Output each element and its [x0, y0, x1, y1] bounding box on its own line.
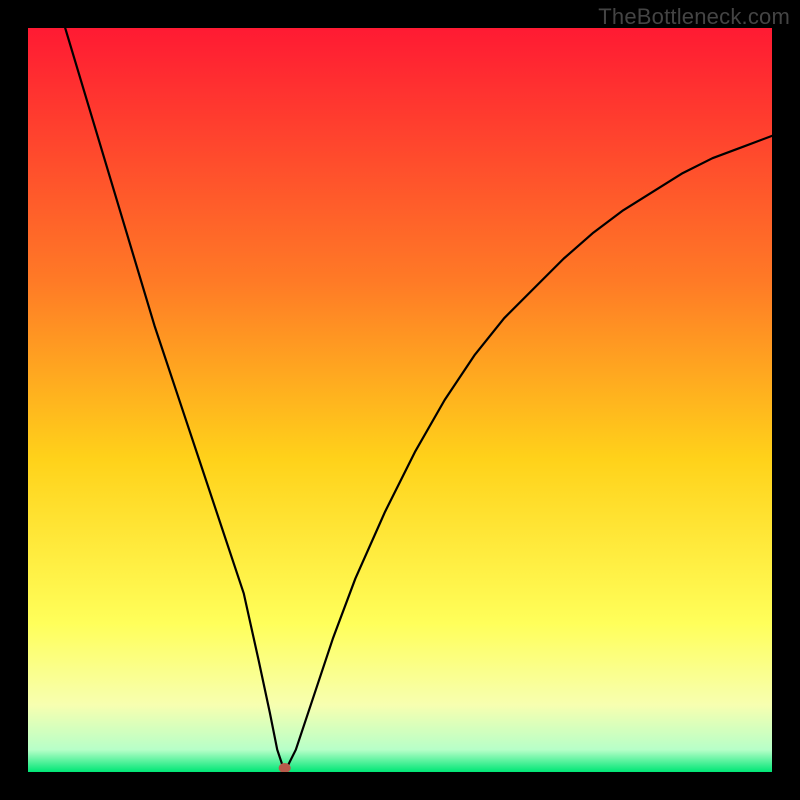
- chart-frame: TheBottleneck.com: [0, 0, 800, 800]
- chart-plot-area: [28, 28, 772, 772]
- watermark-text: TheBottleneck.com: [598, 4, 790, 30]
- chart-svg: [28, 28, 772, 772]
- chart-background: [28, 28, 772, 772]
